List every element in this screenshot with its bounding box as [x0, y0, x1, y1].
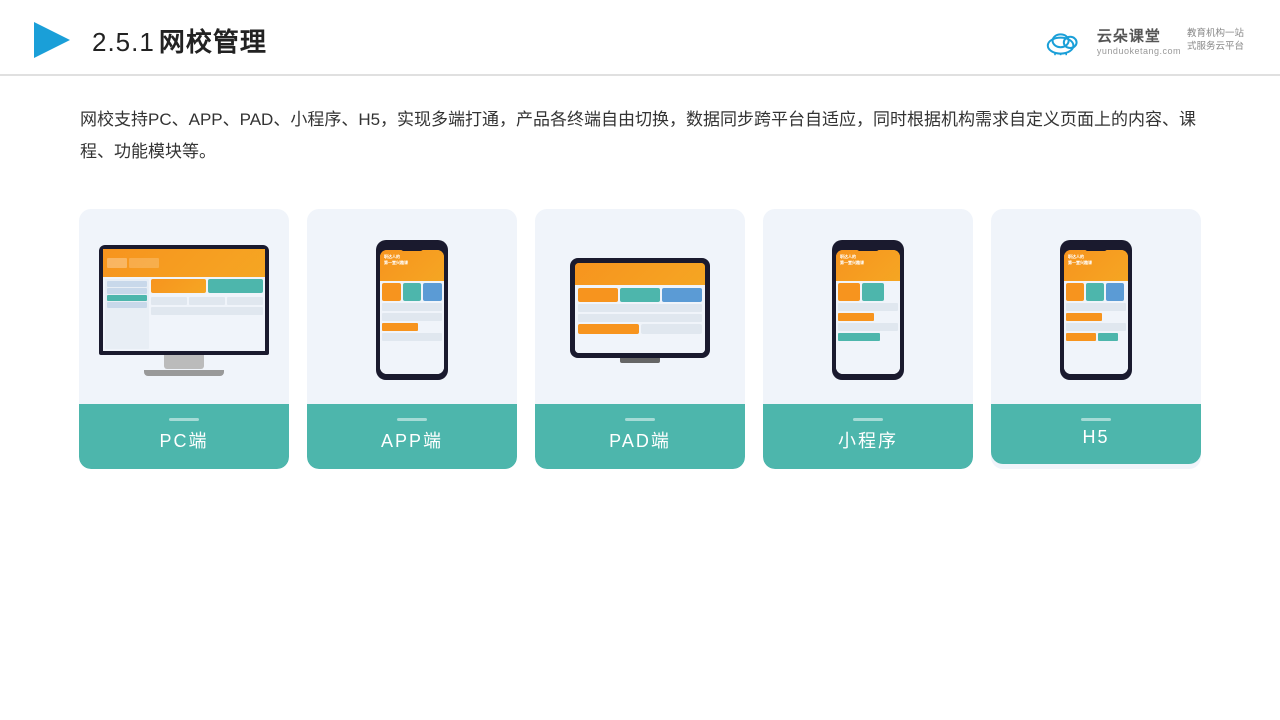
card-pc-label: PC端: [79, 404, 289, 469]
card-app-label: APP端: [307, 404, 517, 469]
phone-mockup-h5: 职达人的第一堂兴趣课: [1056, 240, 1136, 380]
card-miniapp: 职达人的第一堂兴趣课: [763, 209, 973, 469]
card-pc: PC端: [79, 209, 289, 469]
cards-container: PC端 职达人的第一堂兴趣课: [0, 179, 1280, 469]
phone-frame-h5: 职达人的第一堂兴趣课: [1060, 240, 1132, 380]
card-pad-label: PAD端: [535, 404, 745, 469]
phone-frame-miniapp: 职达人的第一堂兴趣课: [832, 240, 904, 380]
header-left: 2.5.1网校管理: [30, 18, 267, 62]
description-text: 网校支持PC、APP、PAD、小程序、H5，实现多端打通，产品各终端自由切换，数…: [0, 76, 1280, 179]
card-pc-image: [79, 209, 289, 404]
card-app-image: 职达人的第一堂兴趣课: [307, 209, 517, 404]
card-h5-image: 职达人的第一堂兴趣课: [991, 209, 1201, 404]
pc-mockup: [99, 245, 269, 376]
card-pad: PAD端: [535, 209, 745, 469]
pc-screen: [99, 245, 269, 355]
brand-logo: 云朵课堂 yunduoketang.com 教育机构一站 式服务云平台: [1043, 24, 1244, 56]
card-h5: 职达人的第一堂兴趣课: [991, 209, 1201, 469]
card-miniapp-label: 小程序: [763, 404, 973, 469]
phone-mockup-app: 职达人的第一堂兴趣课: [372, 240, 452, 380]
brand-name: 云朵课堂 yunduoketang.com: [1097, 25, 1181, 56]
card-pad-image: [535, 209, 745, 404]
page-title: 2.5.1网校管理: [92, 22, 267, 59]
brand-slogan: 教育机构一站 式服务云平台: [1187, 27, 1244, 54]
cloud-icon: [1043, 24, 1091, 56]
brand-icon-wrap: 云朵课堂 yunduoketang.com 教育机构一站 式服务云平台: [1043, 24, 1244, 56]
header: 2.5.1网校管理 云朵课堂 yunduoketang.com 教育机构一站 式…: [0, 0, 1280, 76]
card-h5-label: H5: [991, 404, 1201, 464]
card-app: 职达人的第一堂兴趣课: [307, 209, 517, 469]
logo-arrow-icon: [30, 18, 74, 62]
phone-mockup-miniapp: 职达人的第一堂兴趣课: [828, 240, 908, 380]
card-miniapp-image: 职达人的第一堂兴趣课: [763, 209, 973, 404]
tablet-frame: [570, 258, 710, 358]
tablet-mockup: [570, 258, 710, 363]
phone-frame-app: 职达人的第一堂兴趣课: [376, 240, 448, 380]
